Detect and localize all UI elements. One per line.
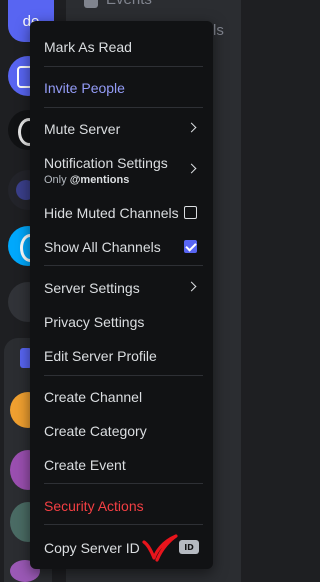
server-context-menu: Mark As Read Invite People Mute Server N… — [30, 21, 213, 569]
menu-item-show-all-channels[interactable]: Show All Channels — [36, 231, 207, 261]
menu-item-label: Hide Muted Channels — [44, 205, 179, 221]
menu-item-hide-muted-channels[interactable]: Hide Muted Channels — [36, 197, 207, 227]
notification-setting-value: Only @mentions — [44, 174, 130, 186]
menu-separator — [44, 375, 203, 376]
menu-separator — [44, 483, 203, 484]
menu-item-mark-as-read[interactable]: Mark As Read — [36, 31, 207, 61]
menu-item-label: Show All Channels — [44, 239, 161, 255]
menu-item-create-category[interactable]: Create Category — [36, 415, 207, 445]
menu-separator — [44, 265, 203, 266]
menu-item-label: Edit Server Profile — [44, 348, 157, 364]
menu-item-mute-server[interactable]: Mute Server — [36, 113, 207, 143]
menu-item-label: Invite People — [44, 80, 125, 96]
menu-item-notification-settings[interactable]: Notification Settings Only @mentions — [36, 147, 207, 189]
menu-item-label: Privacy Settings — [44, 314, 145, 330]
chevron-right-icon — [186, 281, 197, 292]
menu-item-label: Create Channel — [44, 389, 143, 405]
menu-item-label: Create Category — [44, 423, 147, 439]
menu-item-create-event[interactable]: Create Event — [36, 449, 207, 479]
menu-item-label: Create Event — [44, 457, 126, 473]
menu-item-label: Server Settings — [44, 280, 140, 296]
chevron-right-icon — [186, 163, 197, 174]
menu-separator — [44, 524, 203, 525]
menu-item-label: Security Actions — [44, 498, 144, 514]
menu-item-create-channel[interactable]: Create Channel — [36, 381, 207, 411]
channel-fragment: ls — [213, 22, 224, 39]
chevron-right-icon — [186, 122, 197, 133]
menu-item-invite-people[interactable]: Invite People — [36, 72, 207, 102]
menu-item-label: Mute Server — [44, 121, 121, 137]
menu-separator — [44, 66, 203, 67]
menu-item-label: Mark As Read — [44, 39, 132, 55]
menu-item-edit-server-profile[interactable]: Edit Server Profile — [36, 340, 207, 370]
events-icon — [84, 0, 98, 8]
menu-separator — [44, 107, 203, 108]
menu-item-server-settings[interactable]: Server Settings — [36, 272, 207, 302]
checkbox-checked-icon[interactable] — [184, 240, 197, 253]
events-label: Events — [106, 0, 152, 8]
menu-item-label: Copy Server ID — [44, 540, 140, 556]
menu-item-privacy-settings[interactable]: Privacy Settings — [36, 306, 207, 336]
menu-item-label: Notification Settings — [44, 155, 168, 171]
checkbox-icon[interactable] — [184, 206, 197, 219]
menu-item-security-actions[interactable]: Security Actions — [36, 490, 207, 520]
red-checkmark-annotation — [142, 534, 178, 562]
